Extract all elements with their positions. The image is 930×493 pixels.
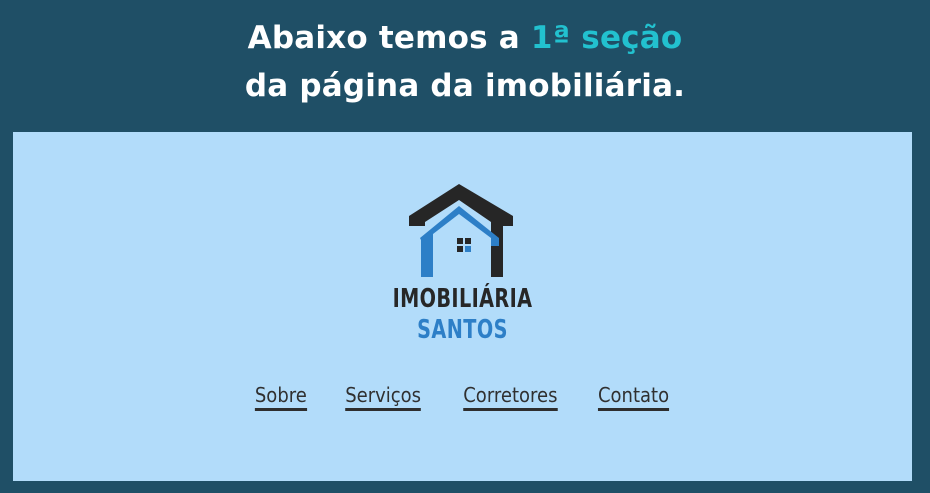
heading-line-1: Abaixo temos a 1ª seção xyxy=(0,14,930,62)
main-nav: Sobre Serviços Corretores Contato xyxy=(13,382,912,411)
logo-name-line-1: IMOBILIÁRIA xyxy=(392,284,533,314)
house-icon xyxy=(409,184,513,277)
logo-name-line-2: SANTOS xyxy=(417,315,508,345)
heading-text: Abaixo temos a xyxy=(247,20,531,56)
nav-link-contato[interactable]: Contato xyxy=(598,382,670,411)
heading-accent-text: 1ª seção xyxy=(530,20,683,56)
nav-link-corretores[interactable]: Corretores xyxy=(462,382,558,411)
heading-line-2: da página da imobiliária. xyxy=(244,68,686,104)
website-section-preview: IMOBILIÁRIA SANTOS Sobre Serviços Corret… xyxy=(13,132,912,481)
nav-link-servicos[interactable]: Serviços xyxy=(345,382,422,411)
page-heading: Abaixo temos a 1ª seção da página da imo… xyxy=(0,14,930,110)
nav-link-sobre[interactable]: Sobre xyxy=(254,382,307,411)
